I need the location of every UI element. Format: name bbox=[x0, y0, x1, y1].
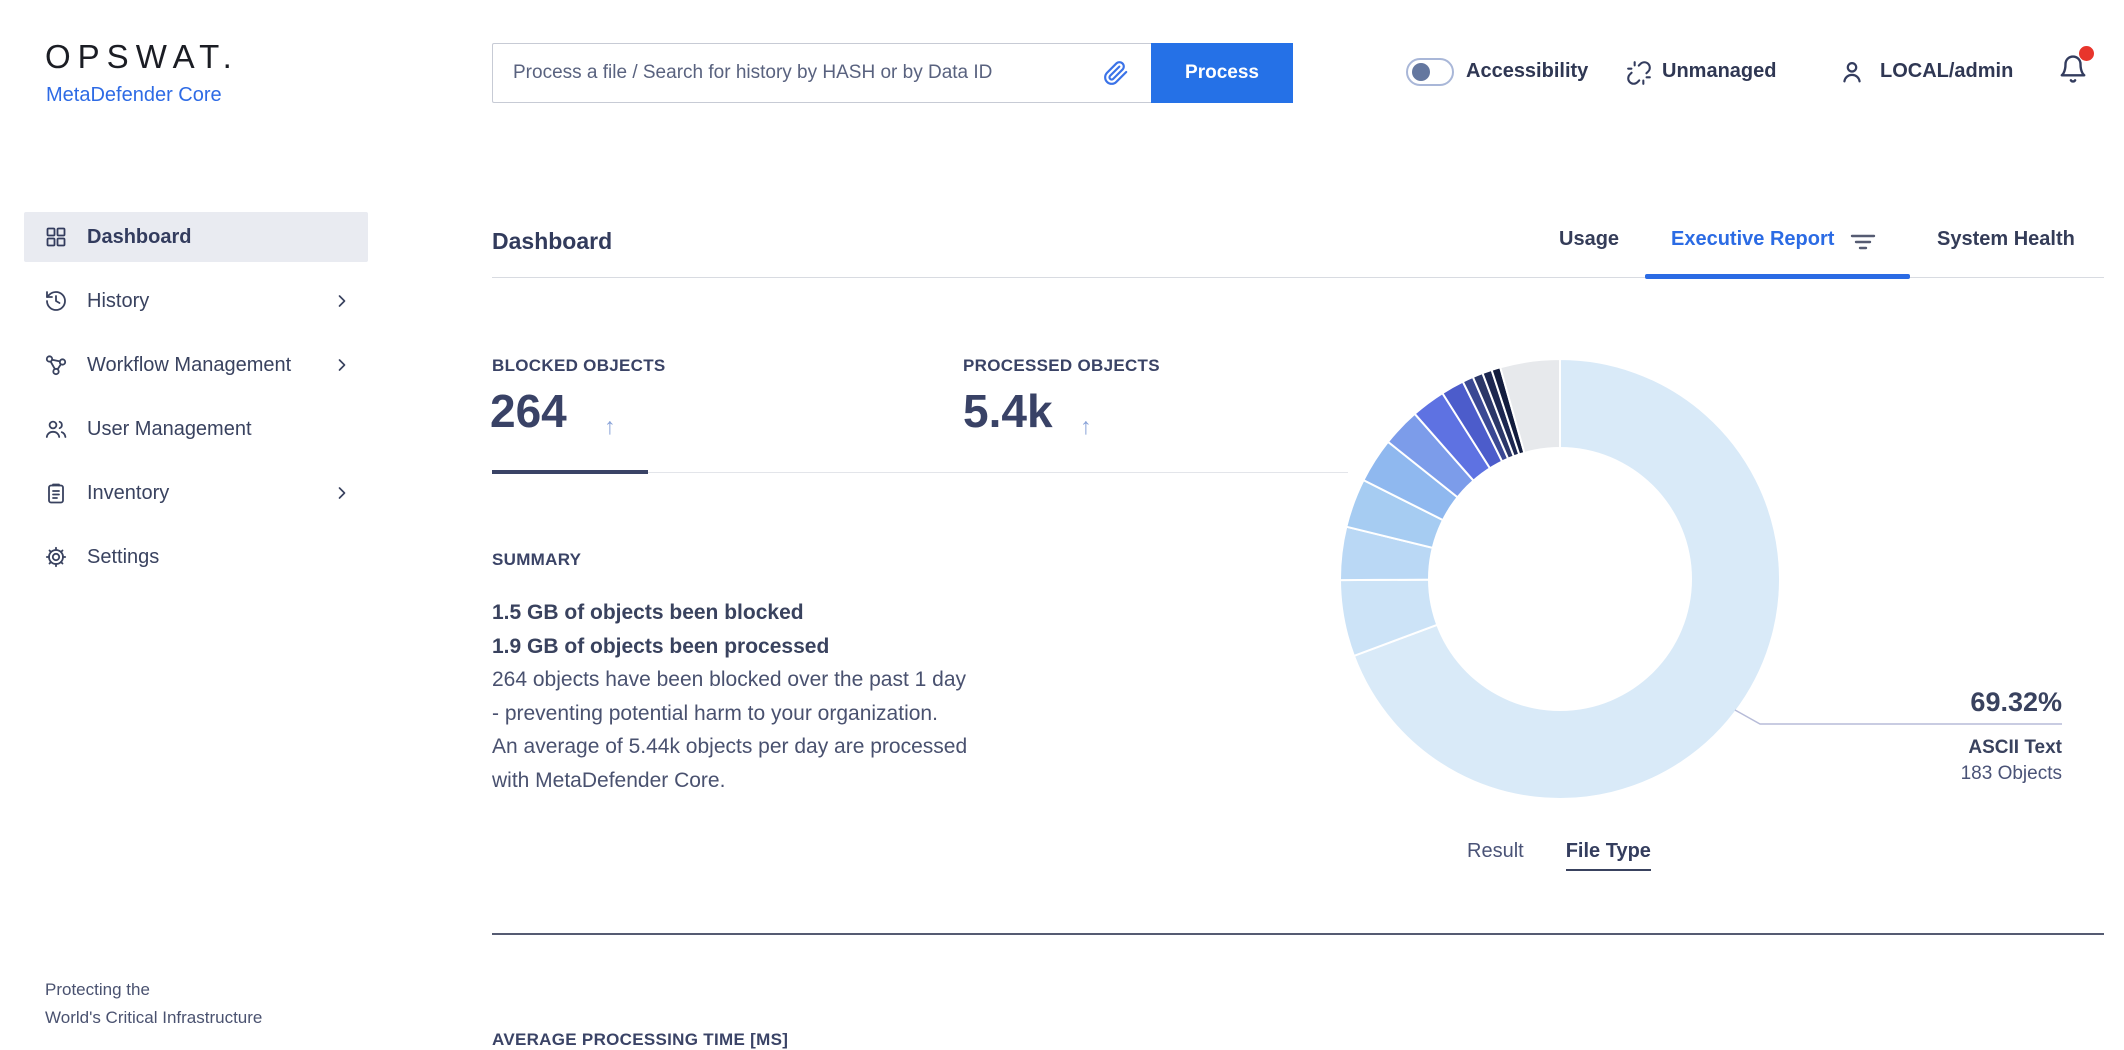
sidebar-item-label: Workflow Management bbox=[87, 354, 291, 377]
active-metric-underline bbox=[492, 470, 648, 474]
sidebar-item-label: Dashboard bbox=[87, 226, 191, 249]
summary-blocked-size: 1.5 GB of objects been blocked bbox=[492, 596, 967, 630]
gear-icon bbox=[44, 545, 68, 569]
active-tab-underline bbox=[1645, 274, 1910, 279]
unmanaged-broken-link-icon bbox=[1626, 60, 1652, 86]
search-input[interactable] bbox=[492, 43, 1151, 103]
sidebar-item-label: User Management bbox=[87, 418, 252, 441]
clipboard-icon bbox=[44, 481, 68, 505]
process-button[interactable]: Process bbox=[1151, 43, 1293, 103]
accessibility-label: Accessibility bbox=[1466, 60, 1588, 83]
callout-label: ASCII Text bbox=[1961, 735, 2062, 761]
users-icon bbox=[44, 417, 68, 441]
product-name: MetaDefender Core bbox=[46, 84, 222, 107]
chevron-right-icon bbox=[332, 483, 352, 503]
tab-executive-report[interactable]: Executive Report bbox=[1671, 228, 1834, 251]
sidebar-item-label: History bbox=[87, 290, 149, 313]
chevron-right-icon bbox=[332, 355, 352, 375]
metric-processed-label: PROCESSED OBJECTS bbox=[963, 356, 1160, 376]
page-title: Dashboard bbox=[492, 228, 612, 255]
slice-callout: 69.32% ASCII Text 183 Objects bbox=[1961, 687, 2062, 787]
trend-up-icon: ↑ bbox=[604, 413, 616, 440]
summary-processed-size: 1.9 GB of objects been processed bbox=[492, 630, 967, 664]
grid-icon bbox=[44, 225, 68, 249]
chevron-right-icon bbox=[332, 291, 352, 311]
sidebar-item-workflow-management[interactable]: Workflow Management bbox=[24, 340, 368, 390]
sidebar-footer-tagline: Protecting the World's Critical Infrastr… bbox=[45, 976, 262, 1032]
tab-usage[interactable]: Usage bbox=[1559, 228, 1619, 251]
callout-count: 183 Objects bbox=[1961, 761, 2062, 787]
metric-blocked-label: BLOCKED OBJECTS bbox=[492, 356, 666, 376]
accessibility-toggle[interactable] bbox=[1406, 58, 1454, 86]
user-menu[interactable]: LOCAL/admin bbox=[1880, 60, 2013, 83]
metric-blocked-value[interactable]: 264 bbox=[490, 384, 567, 438]
opswat-logo: OPSWAT. bbox=[45, 38, 239, 76]
history-icon bbox=[44, 289, 68, 313]
unmanaged-link[interactable]: Unmanaged bbox=[1662, 60, 1776, 83]
avg-processing-time-label: AVERAGE PROCESSING TIME [MS] bbox=[492, 1030, 788, 1050]
summary-line: with MetaDefender Core. bbox=[492, 764, 967, 798]
trend-up-icon: ↑ bbox=[1080, 413, 1092, 440]
summary-line: An average of 5.44k objects per day are … bbox=[492, 730, 967, 764]
chart-mode-legend: Result File Type bbox=[1467, 840, 1651, 871]
sidebar-item-history[interactable]: History bbox=[24, 276, 368, 326]
process-search-bar: Process bbox=[492, 43, 1293, 103]
metric-divider bbox=[648, 472, 1348, 473]
toggle-knob bbox=[1412, 63, 1430, 81]
donut-hole bbox=[1428, 447, 1692, 711]
summary-line: 264 objects have been blocked over the p… bbox=[492, 663, 967, 697]
sidebar-item-inventory[interactable]: Inventory bbox=[24, 468, 368, 518]
workflow-icon bbox=[44, 353, 68, 377]
attach-file-icon[interactable] bbox=[1103, 60, 1129, 86]
file-type-donut-chart[interactable] bbox=[1273, 330, 2073, 850]
metric-processed-value[interactable]: 5.4k bbox=[963, 384, 1053, 438]
sidebar-item-label: Settings bbox=[87, 546, 159, 569]
user-icon bbox=[1838, 58, 1866, 86]
legend-option-file-type[interactable]: File Type bbox=[1566, 840, 1651, 871]
sidebar-item-label: Inventory bbox=[87, 482, 169, 505]
notification-badge bbox=[2079, 46, 2094, 61]
sidebar-item-settings[interactable]: Settings bbox=[24, 532, 368, 582]
summary-text: 1.5 GB of objects been blocked 1.9 GB of… bbox=[492, 596, 967, 797]
sidebar-item-user-management[interactable]: User Management bbox=[24, 404, 368, 454]
legend-option-result[interactable]: Result bbox=[1467, 840, 1524, 871]
sidebar-item-dashboard[interactable]: Dashboard bbox=[24, 212, 368, 262]
tab-system-health[interactable]: System Health bbox=[1937, 228, 2075, 251]
filter-icon[interactable] bbox=[1850, 233, 1876, 251]
summary-title: SUMMARY bbox=[492, 550, 581, 570]
callout-percent: 69.32% bbox=[1961, 687, 2062, 717]
section-divider bbox=[492, 933, 2104, 935]
summary-line: - preventing potential harm to your orga… bbox=[492, 697, 967, 731]
